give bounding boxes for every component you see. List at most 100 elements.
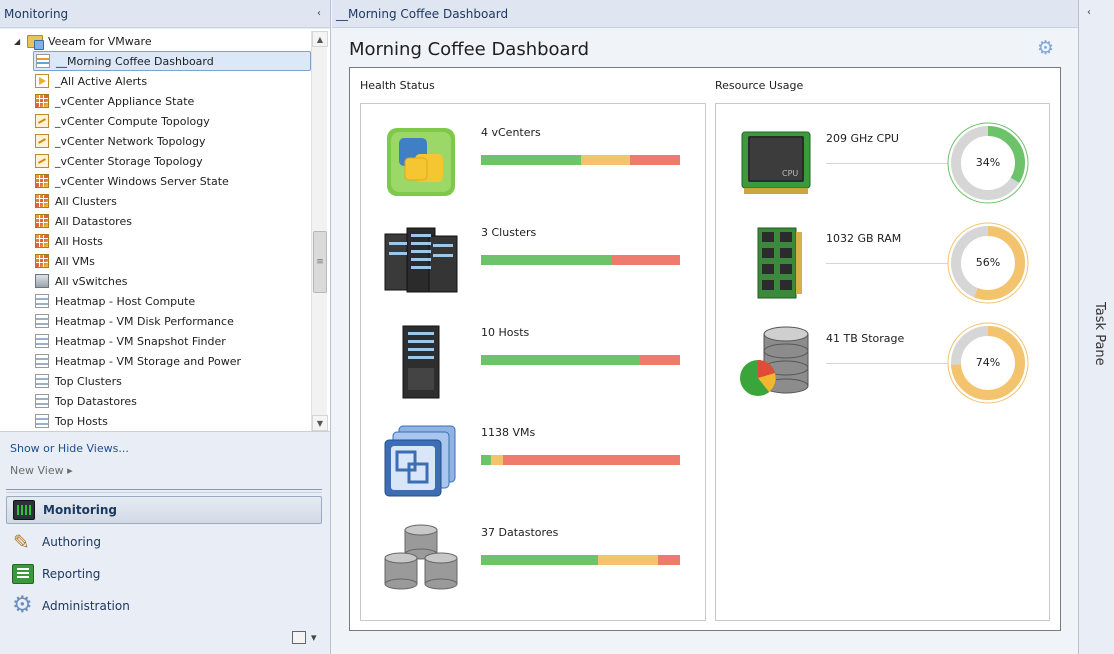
usage-donut: 74% [947,322,1029,404]
show-or-hide-views-link[interactable]: Show or Hide Views... [10,442,129,455]
folder-icon [27,34,44,50]
wunderbar-label: Monitoring [43,503,117,517]
tree-item-label: _vCenter Network Topology [55,134,206,148]
reporting-icon [12,564,34,584]
tree-item-vcenter-windows-server-state[interactable]: _vCenter Windows Server State [33,171,311,191]
cpu-chip-icon: CPU [741,131,811,194]
healthy-segment [481,155,581,165]
wunderbar-reporting-button[interactable]: Reporting [6,560,322,588]
dashboard-view-icon [35,414,49,428]
critical-segment [612,255,680,265]
health-status-panel: 4 vCenters 3 Clusters 10 Hosts 1138 VMs … [360,103,706,621]
usage-donut: 56% [947,222,1029,304]
tree-item-vcenter-network-topology[interactable]: _vCenter Network Topology [33,131,311,151]
health-row-vcenters[interactable]: 4 vCenters [361,104,707,204]
tree-item-label: Heatmap - VM Disk Performance [55,314,234,328]
tree-item-vcenter-compute-topology[interactable]: _vCenter Compute Topology [33,111,311,131]
settings-gear-icon[interactable]: ⚙ [1037,38,1054,58]
new-view-menu[interactable]: New View ▸ [10,464,73,477]
tree-item-label: _All Active Alerts [55,74,148,88]
wunderbar-monitoring-button[interactable]: Monitoring [6,496,322,524]
state-view-icon [35,194,49,208]
resource-usage-heading: Resource Usage [715,79,804,92]
usage-percent: 74% [975,356,1001,369]
page-title: Morning Coffee Dashboard [349,39,590,60]
warning-segment [490,455,503,465]
tree-item-all-vswitches[interactable]: All vSwitches [33,271,311,291]
health-row-clusters[interactable]: 3 Clusters [361,204,707,304]
navigation-pane: Monitoring ‹ ◢ Veeam for VMware __Mornin… [0,0,331,654]
health-row-vms[interactable]: 1138 VMs [361,404,707,504]
collapse-navigation-button[interactable]: ‹ [312,7,326,21]
health-bar [481,155,680,165]
navigation-title: Monitoring [4,7,69,21]
health-bar [481,355,680,365]
resource-row-label: 1032 GB RAM [826,232,902,245]
usage-percent: 34% [975,156,1001,169]
tree-item-heatmap-vm-storage-and-power[interactable]: Heatmap - VM Storage and Power [33,351,311,371]
healthy-segment [481,455,491,465]
tree-item-heatmap-vm-disk-performance[interactable]: Heatmap - VM Disk Performance [33,311,311,331]
health-row-datastores[interactable]: 37 Datastores [361,504,707,604]
administration-icon [12,592,34,618]
tree-item-morning-coffee-dashboard[interactable]: __Morning Coffee Dashboard [33,51,311,71]
healthy-segment [481,255,613,265]
dropdown-arrow-icon: ▾ [311,630,317,644]
healthy-segment [481,355,641,365]
tree-node-veeam-for-vmware[interactable]: ◢ Veeam for VMware [14,33,152,50]
dashboard-view-icon [35,354,49,368]
health-row-label: 3 Clusters [481,226,537,239]
dashboard-view-icon [35,394,49,408]
tree-item-label: All Hosts [55,234,103,248]
scroll-down-arrow-icon[interactable]: ▼ [312,415,328,431]
wunderbar-administration-button[interactable]: Administration [6,592,322,620]
expander-icon[interactable]: ◢ [14,37,24,46]
scroll-up-arrow-icon[interactable]: ▲ [312,31,328,47]
resource-row-cpu[interactable]: CPU 209 GHz CPU 34% [716,104,1051,204]
tree-item-label: Heatmap - Host Compute [55,294,196,308]
tree-item-all-datastores[interactable]: All Datastores [33,211,311,231]
tree-item-label: _vCenter Storage Topology [55,154,203,168]
health-row-label: 37 Datastores [481,526,559,539]
vcenter-icon [387,128,455,196]
authoring-icon [12,530,34,554]
tree-item-heatmap-host-compute[interactable]: Heatmap - Host Compute [33,291,311,311]
tree-item-heatmap-vm-snapshot-finder[interactable]: Heatmap - VM Snapshot Finder [33,331,311,351]
ram-module-icon [757,227,802,299]
breadcrumb: __Morning Coffee Dashboard [336,7,509,21]
tree-item-all-clusters[interactable]: All Clusters [33,191,311,211]
tree-item-vcenter-storage-topology[interactable]: _vCenter Storage Topology [33,151,311,171]
breadcrumb-bar: __Morning Coffee Dashboard [332,0,1078,28]
tree-item-all-active-alerts[interactable]: _All Active Alerts [33,71,311,91]
dashboard-view-icon [35,334,49,348]
tree-item-top-hosts[interactable]: Top Hosts [33,411,311,431]
tree-item-label: Heatmap - VM Snapshot Finder [55,334,226,348]
tree-scrollbar[interactable]: ▲ ≡ ▼ [311,31,328,431]
task-pane[interactable]: ‹ Task Pane [1078,0,1114,654]
tree-item-all-vms[interactable]: All VMs [33,251,311,271]
switch-view-icon [35,274,49,288]
tree-item-label: Top Datastores [55,394,137,408]
resource-row-storage[interactable]: 41 TB Storage 74% [716,304,1051,404]
state-view-icon [35,234,49,248]
configure-buttons-menu[interactable]: ▾ [292,629,324,645]
resource-row-ram[interactable]: 1032 GB RAM 56% [716,204,1051,304]
wunderbar-authoring-button[interactable]: Authoring [6,528,322,556]
health-row-label: 1138 VMs [481,426,536,439]
tree-item-vcenter-appliance-state[interactable]: _vCenter Appliance State [33,91,311,111]
views-tree: ◢ Veeam for VMware __Morning Coffee Dash… [0,29,330,432]
tree-item-top-clusters[interactable]: Top Clusters [33,371,311,391]
scrollbar-thumb[interactable]: ≡ [313,231,327,293]
health-row-hosts[interactable]: 10 Hosts [361,304,707,404]
navigation-splitter[interactable] [6,489,322,493]
svg-text:CPU: CPU [782,169,798,178]
navigation-header: Monitoring ‹ [0,0,330,28]
datastores-icon [384,524,458,590]
tree-item-top-datastores[interactable]: Top Datastores [33,391,311,411]
tree-item-label: Top Clusters [55,374,122,388]
virtual-machines-icon [384,425,456,497]
dashboard-view-icon [35,294,49,308]
tree-item-all-hosts[interactable]: All Hosts [33,231,311,251]
tree-item-label: _vCenter Compute Topology [55,114,210,128]
expand-task-pane-button[interactable]: ‹ [1087,7,1091,18]
